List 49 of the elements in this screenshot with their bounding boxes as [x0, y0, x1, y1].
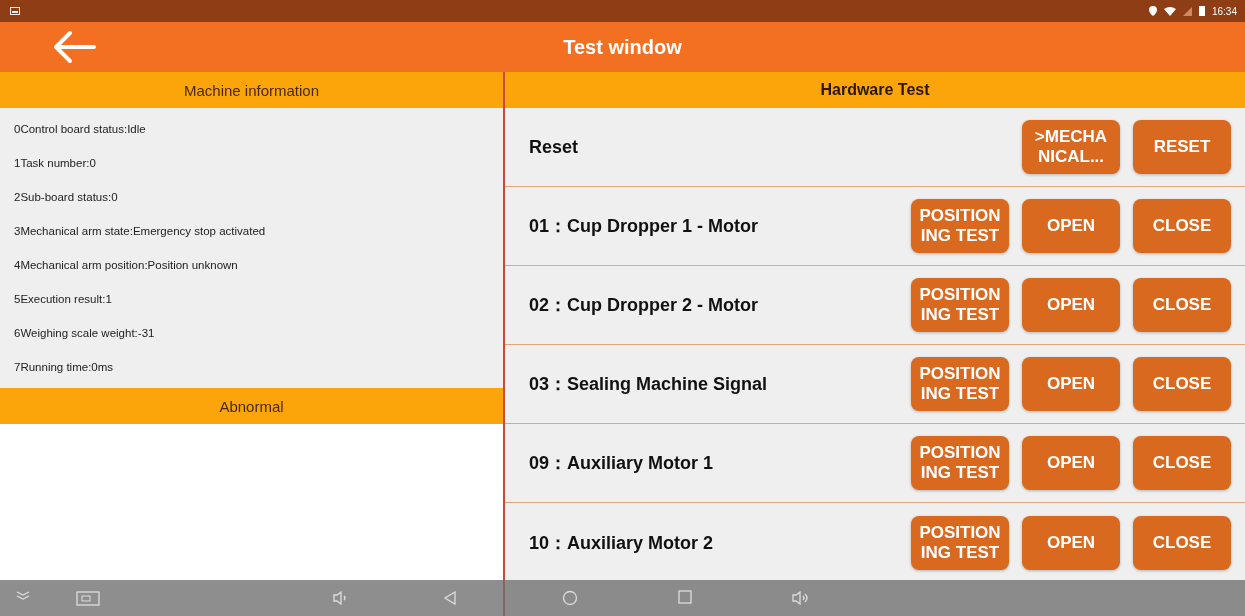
- info-text: 7Running time:0ms: [13, 360, 115, 375]
- row-label: 01：Cup Dropper 1 - Motor: [529, 215, 758, 238]
- action-button[interactable]: POSITIONING TEST: [911, 515, 1009, 570]
- action-button[interactable]: POSITIONING TEST: [911, 357, 1009, 411]
- section-heading: Hardware Test: [505, 72, 1245, 108]
- home-icon[interactable]: [562, 590, 578, 606]
- info-text: 5Execution result:1: [13, 292, 113, 307]
- wifi-icon: [1163, 6, 1176, 16]
- back-arrow-icon[interactable]: [52, 30, 96, 64]
- row-label: 10：Auxiliary Motor 2: [529, 531, 714, 555]
- signal-icon: [1182, 6, 1192, 16]
- action-button[interactable]: CLOSE: [1133, 278, 1231, 332]
- action-button[interactable]: OPEN: [1022, 357, 1120, 411]
- row-label: 03：Sealing Machine Signal: [529, 373, 768, 396]
- action-button[interactable]: RESET: [1133, 120, 1231, 174]
- info-text: 4Mechanical arm position:Position unknown: [13, 258, 239, 273]
- info-text: 1Task number:0: [13, 156, 97, 171]
- action-button[interactable]: OPEN: [1022, 199, 1120, 253]
- info-text: 0Control board status:Idle: [13, 122, 147, 137]
- action-button[interactable]: OPEN: [1022, 515, 1120, 570]
- chevron-down-icon[interactable]: [16, 590, 30, 600]
- action-button[interactable]: CLOSE: [1133, 357, 1231, 411]
- action-button[interactable]: POSITIONING TEST: [911, 278, 1009, 332]
- row-label: 09：Auxiliary Motor 1: [529, 452, 714, 475]
- clock-time: 16:34: [1211, 5, 1237, 17]
- section-heading: Machine information: [0, 72, 503, 108]
- row-label: Reset: [529, 136, 579, 158]
- action-button[interactable]: OPEN: [1022, 278, 1120, 332]
- volume-down-icon[interactable]: [332, 590, 348, 606]
- section-heading: Abnormal: [0, 388, 503, 424]
- action-button[interactable]: POSITIONING TEST: [911, 436, 1009, 490]
- action-button[interactable]: CLOSE: [1133, 436, 1231, 490]
- image-icon: [10, 7, 20, 15]
- info-text: 6Weighing scale weight:-31: [13, 326, 156, 341]
- action-button[interactable]: OPEN: [1022, 436, 1120, 490]
- action-button[interactable]: CLOSE: [1133, 515, 1231, 570]
- location-icon: [1148, 6, 1157, 16]
- action-button[interactable]: >MECHANICAL...: [1022, 120, 1120, 174]
- back-icon[interactable]: [443, 590, 457, 606]
- volume-up-icon[interactable]: [791, 590, 811, 606]
- action-button[interactable]: POSITIONING TEST: [911, 199, 1009, 253]
- window-title: Test window: [563, 35, 682, 59]
- row-label: 02：Cup Dropper 2 - Motor: [529, 294, 758, 317]
- action-button[interactable]: CLOSE: [1133, 199, 1231, 253]
- battery-icon: [1198, 6, 1205, 16]
- info-text: 3Mechanical arm state:Emergency stop activated: [13, 224, 267, 239]
- info-text: 2Sub-board status:0: [13, 190, 119, 205]
- screenshot-icon[interactable]: [76, 590, 100, 606]
- recent-apps-icon[interactable]: [678, 590, 692, 604]
